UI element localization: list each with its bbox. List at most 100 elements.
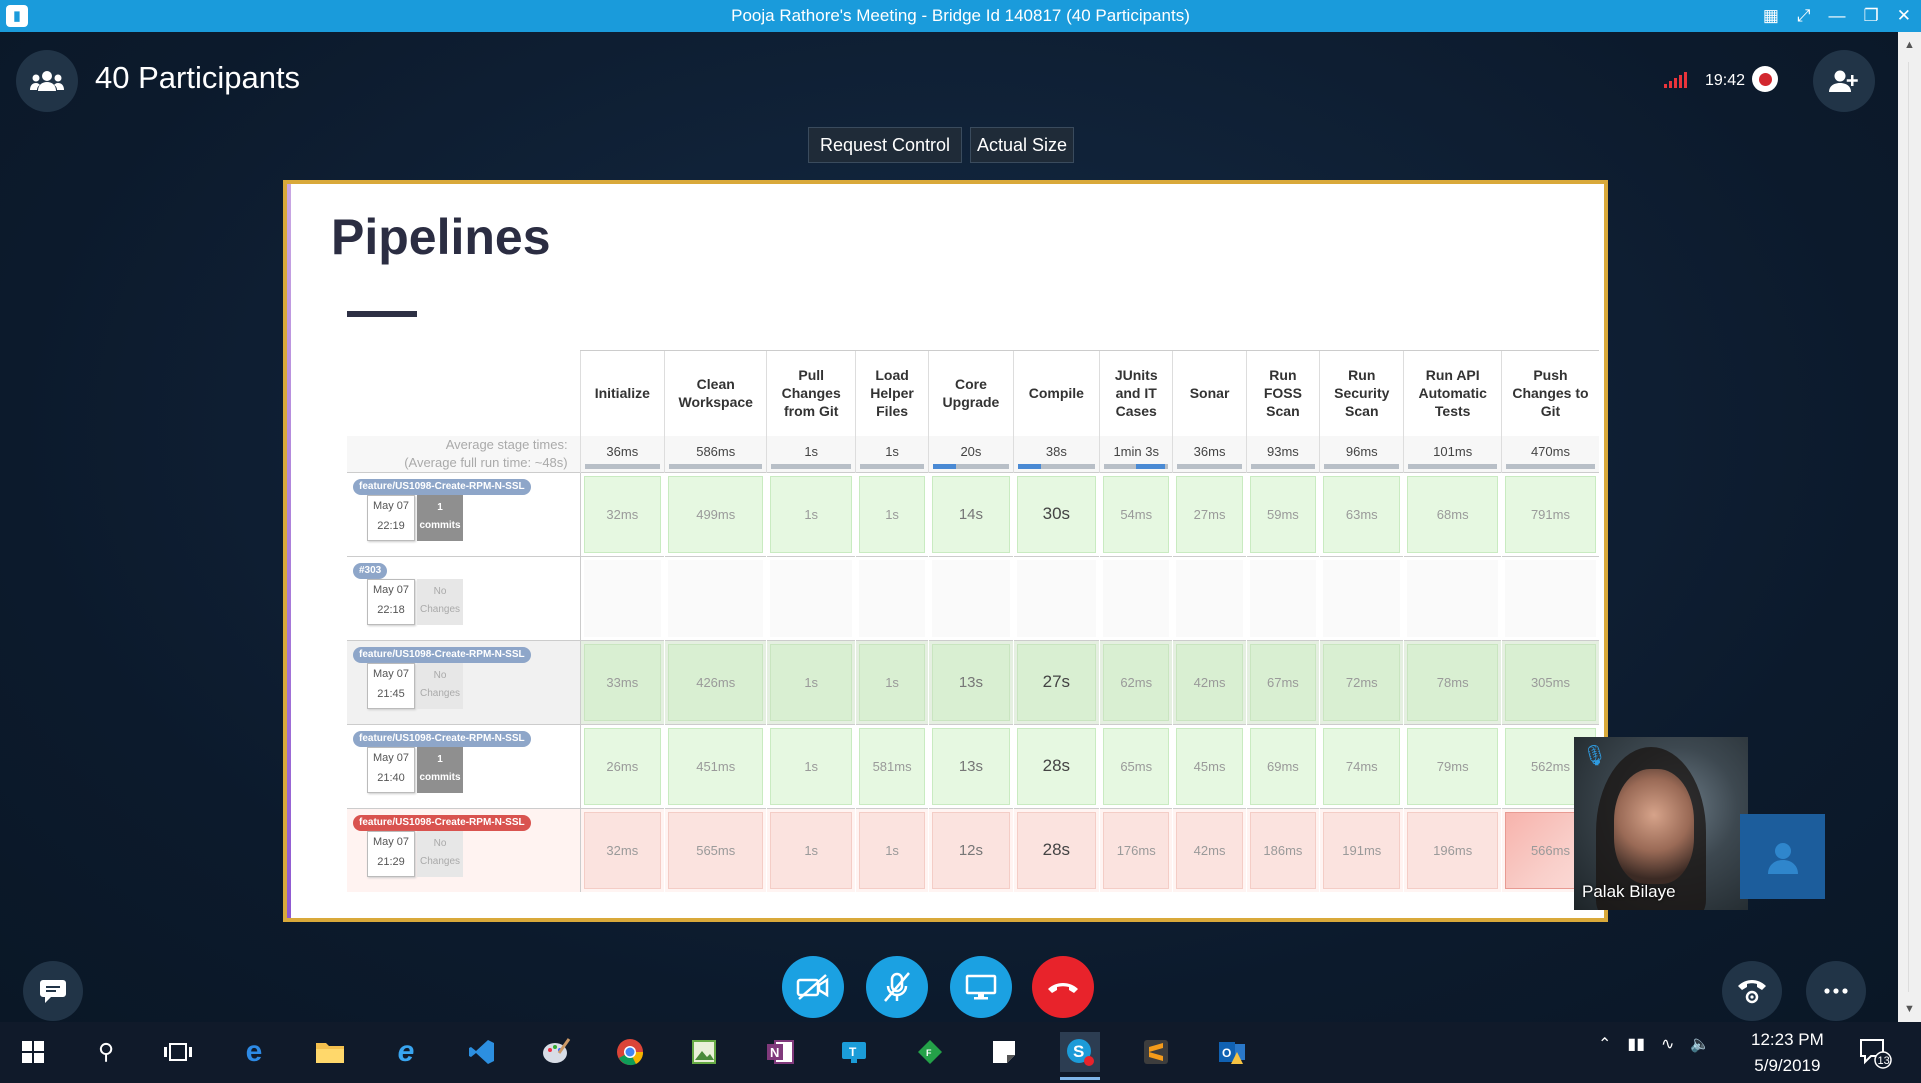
stage-cell[interactable] — [663, 555, 767, 640]
pipeline-run-row[interactable]: feature/US1098-Create-RPM-N-SSL May 07 22:… — [347, 471, 1599, 556]
scroll-down-arrow[interactable]: ▼ — [1898, 998, 1921, 1020]
wifi-icon[interactable]: ∿ — [1661, 1034, 1674, 1054]
stage-cell[interactable] — [579, 555, 665, 640]
participants-count[interactable]: 40 Participants — [95, 60, 300, 96]
branch-badge[interactable]: feature/US1098-Create-RPM-N-SSL — [353, 646, 531, 663]
stage-cell[interactable]: 426ms — [663, 639, 767, 724]
taskbar-clock[interactable]: 12:23 PM 5/9/2019 — [1751, 1027, 1824, 1079]
stage-cell[interactable]: 42ms — [1172, 639, 1247, 724]
stage-cell[interactable]: 1s — [854, 807, 929, 892]
search-icon[interactable]: ⚲ — [86, 1032, 126, 1072]
stage-cell[interactable]: 63ms — [1319, 471, 1404, 556]
scroll-up-arrow[interactable]: ▲ — [1898, 34, 1921, 56]
branch-badge[interactable]: feature/US1098-Create-RPM-N-SSL — [353, 730, 531, 747]
commits-badge[interactable]: No Changes — [417, 578, 463, 625]
stage-cell[interactable]: 176ms — [1099, 807, 1173, 892]
stage-cell[interactable]: 1s — [766, 639, 856, 724]
restore-button[interactable]: ❐ — [1864, 6, 1879, 26]
commits-badge[interactable]: No Changes — [417, 662, 463, 709]
pipeline-run-row[interactable]: feature/US1098-Create-RPM-N-SSL May 07 21:… — [347, 723, 1599, 808]
run-info[interactable]: feature/US1098-Create-RPM-N-SSL May 07 21:… — [347, 807, 581, 892]
branch-badge[interactable]: feature/US1098-Create-RPM-N-SSL — [353, 478, 531, 495]
stage-cell[interactable]: 1s — [766, 723, 856, 808]
stage-cell[interactable]: 27ms — [1172, 471, 1247, 556]
stage-cell[interactable]: 67ms — [1245, 639, 1320, 724]
stage-cell[interactable]: 27s — [1012, 639, 1100, 724]
sticky-notes-icon[interactable] — [984, 1032, 1024, 1072]
commits-badge[interactable]: 1 commits — [417, 494, 463, 541]
stage-cell[interactable]: 32ms — [579, 807, 665, 892]
battery-icon[interactable]: ▮▮ — [1627, 1034, 1645, 1054]
stage-cell[interactable]: 1s — [766, 471, 856, 556]
stage-cell[interactable]: 196ms — [1403, 807, 1502, 892]
stage-cell[interactable]: 13s — [928, 723, 1014, 808]
hang-up-button[interactable] — [1032, 956, 1094, 1018]
stage-cell[interactable]: 565ms — [663, 807, 767, 892]
chat-button[interactable] — [23, 961, 83, 1021]
sublime-text-icon[interactable] — [1136, 1032, 1176, 1072]
action-center-button[interactable]: 13 — [1857, 1034, 1893, 1070]
stage-cell[interactable]: 78ms — [1403, 639, 1502, 724]
stage-cell[interactable]: 13s — [928, 639, 1014, 724]
stage-cell[interactable]: 28s — [1012, 807, 1100, 892]
stage-cell[interactable]: 33ms — [579, 639, 665, 724]
branch-badge[interactable]: feature/US1098-Create-RPM-N-SSL — [353, 814, 531, 831]
run-info[interactable]: #303 May 07 22:18 No Changes — [347, 555, 581, 640]
video-toggle-button[interactable] — [782, 956, 844, 1018]
stage-cell[interactable]: 26ms — [579, 723, 665, 808]
vscode-icon[interactable] — [462, 1032, 502, 1072]
branch-badge[interactable]: #303 — [353, 562, 388, 579]
remote-desktop-icon[interactable]: T — [834, 1032, 874, 1072]
layout-icon[interactable]: ▦ — [1763, 6, 1779, 26]
stage-cell[interactable] — [1319, 555, 1404, 640]
stage-cell[interactable]: 30s — [1012, 471, 1100, 556]
minimize-button[interactable]: — — [1829, 6, 1846, 26]
pipeline-run-row[interactable]: feature/US1098-Create-RPM-N-SSL May 07 21:… — [347, 639, 1599, 724]
app-green-diamond-icon[interactable]: F — [910, 1032, 950, 1072]
start-button[interactable] — [13, 1032, 53, 1072]
stage-cell[interactable]: 1s — [854, 471, 929, 556]
stage-cell[interactable]: 14s — [928, 471, 1014, 556]
stage-cell[interactable] — [1099, 555, 1173, 640]
pipeline-run-row[interactable]: #303 May 07 22:18 No Changes — [347, 555, 1599, 640]
stage-cell[interactable] — [1403, 555, 1502, 640]
run-info[interactable]: feature/US1098-Create-RPM-N-SSL May 07 21:… — [347, 639, 581, 724]
stage-cell[interactable] — [1172, 555, 1247, 640]
stage-cell[interactable]: 451ms — [663, 723, 767, 808]
stage-cell[interactable] — [1012, 555, 1100, 640]
run-info[interactable]: feature/US1098-Create-RPM-N-SSL May 07 21:… — [347, 723, 581, 808]
stage-cell[interactable]: 32ms — [579, 471, 665, 556]
stage-cell[interactable]: 42ms — [1172, 807, 1247, 892]
stage-cell[interactable]: 65ms — [1099, 723, 1173, 808]
stage-cell[interactable]: 12s — [928, 807, 1014, 892]
stage-cell[interactable]: 1s — [854, 639, 929, 724]
share-screen-button[interactable] — [950, 956, 1012, 1018]
stage-cell[interactable] — [928, 555, 1014, 640]
stage-cell[interactable] — [1500, 555, 1599, 640]
file-explorer-icon[interactable] — [310, 1032, 350, 1072]
commits-badge[interactable]: No Changes — [417, 830, 463, 877]
stage-cell[interactable]: 68ms — [1403, 471, 1502, 556]
stage-cell[interactable]: 72ms — [1319, 639, 1404, 724]
stage-cell[interactable]: 59ms — [1245, 471, 1320, 556]
mute-toggle-button[interactable] — [866, 956, 928, 1018]
stage-cell[interactable] — [766, 555, 856, 640]
participants-button[interactable] — [16, 50, 78, 112]
stage-cell[interactable]: 69ms — [1245, 723, 1320, 808]
stage-cell[interactable]: 581ms — [854, 723, 929, 808]
stage-cell[interactable]: 54ms — [1099, 471, 1173, 556]
stage-cell[interactable]: 28s — [1012, 723, 1100, 808]
self-view[interactable] — [1740, 814, 1825, 899]
image-viewer-icon[interactable] — [684, 1032, 724, 1072]
stage-cell[interactable]: 791ms — [1500, 471, 1599, 556]
chrome-icon[interactable] — [610, 1032, 650, 1072]
fullscreen-icon[interactable]: ⤢ — [1797, 6, 1811, 26]
skype-business-icon[interactable]: S — [1060, 1032, 1100, 1080]
run-info[interactable]: feature/US1098-Create-RPM-N-SSL May 07 22:… — [347, 471, 581, 556]
internet-explorer-icon[interactable]: e — [386, 1032, 426, 1072]
chevron-up-icon[interactable]: ⌃ — [1598, 1034, 1611, 1054]
add-participant-button[interactable] — [1813, 50, 1875, 112]
participant-video[interactable]: 🎙 Palak Bilaye — [1574, 737, 1748, 910]
commits-badge[interactable]: 1 commits — [417, 746, 463, 793]
stage-cell[interactable] — [854, 555, 929, 640]
